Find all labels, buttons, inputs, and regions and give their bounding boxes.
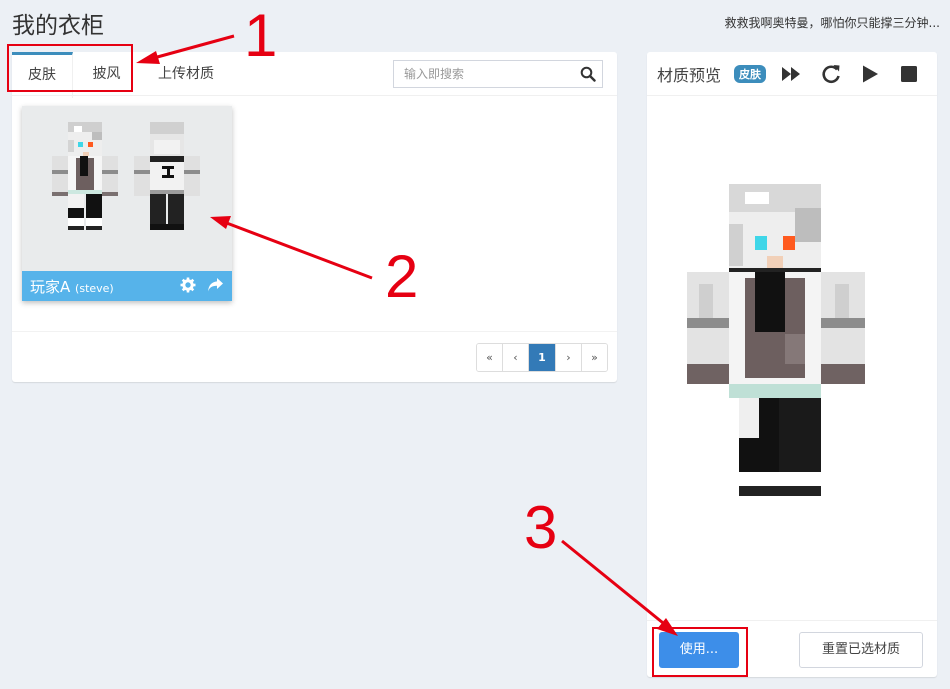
annotation-number-2: 2 <box>385 243 419 310</box>
annotation-number-3: 3 <box>524 494 558 561</box>
annotation-arrows <box>136 34 678 636</box>
annotation-number-1: 1 <box>244 2 278 69</box>
